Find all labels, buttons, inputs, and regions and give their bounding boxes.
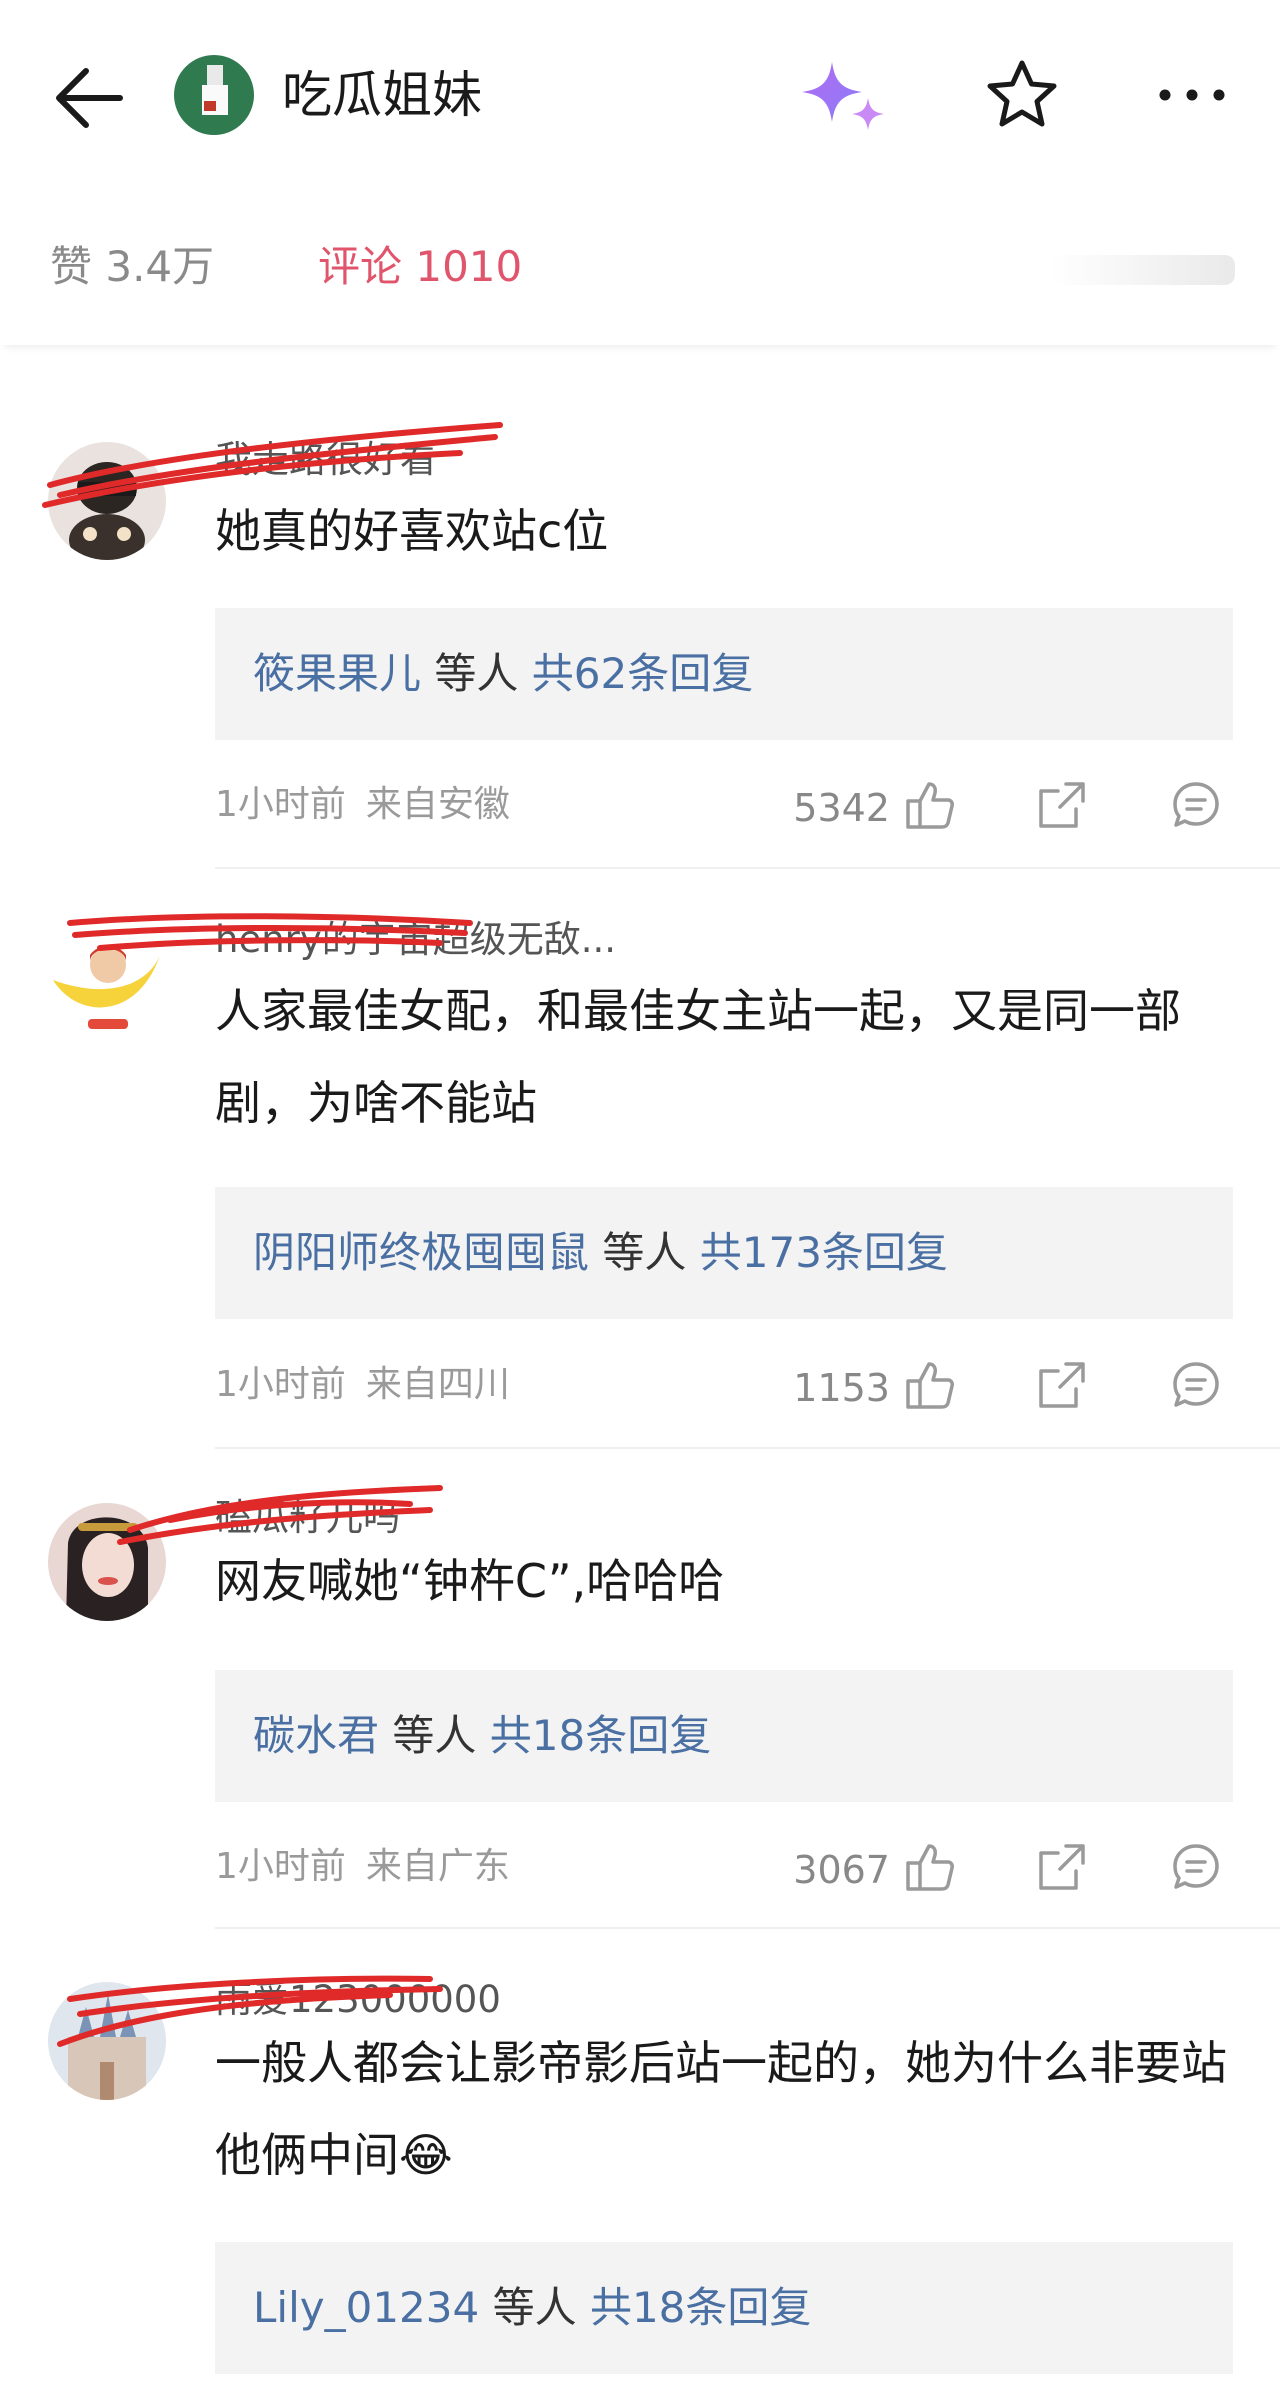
reply-icon[interactable]: [1170, 779, 1222, 831]
divider: [215, 1927, 1280, 1929]
comment-meta: 1小时前 来自四川: [215, 1360, 510, 1410]
reply-user-link[interactable]: Lily_01234: [253, 2283, 479, 2332]
reply-count-link[interactable]: 共18条回复: [490, 1711, 711, 1760]
like-count: 5342: [793, 786, 890, 830]
like-count: 3067: [793, 1848, 890, 1892]
share-icon[interactable]: [1036, 1841, 1088, 1893]
reply-count-link[interactable]: 共18条回复: [590, 2283, 811, 2332]
comment-time: 1小时前: [215, 1364, 346, 1405]
sort-option: [1050, 255, 1235, 285]
avatar[interactable]: [48, 1503, 166, 1621]
comment-meta: 1小时前 来自安徽: [215, 780, 510, 830]
tab-bar: 赞 3.4万 评论 1010: [0, 215, 1280, 345]
reply-icon[interactable]: [1170, 1841, 1222, 1893]
tab-likes[interactable]: 赞 3.4万: [50, 239, 214, 295]
thumbs-up-icon[interactable]: [904, 1841, 956, 1893]
tab-comments[interactable]: 评论 1010: [318, 239, 522, 295]
reply-mid-text: 等人: [602, 1228, 687, 1277]
star-icon[interactable]: [982, 55, 1062, 135]
reply-mid-text: 等人: [392, 1711, 477, 1760]
reply-user-link[interactable]: 碳水君: [253, 1711, 379, 1760]
comment-text: 网友喊她“钟杵C”,哈哈哈: [215, 1554, 725, 1608]
divider: [215, 867, 1280, 869]
thumbs-up-icon[interactable]: [904, 1359, 956, 1411]
comment-time: 1小时前: [215, 1846, 346, 1887]
reply-preview[interactable]: Lily_01234 等人 共18条回复: [215, 2242, 1233, 2374]
channel-avatar[interactable]: [174, 55, 254, 135]
comment-meta: 1小时前 来自广东: [215, 1842, 510, 1892]
reply-count-link[interactable]: 共173条回复: [700, 1228, 948, 1277]
avatar[interactable]: [48, 442, 166, 560]
avatar[interactable]: [48, 1982, 166, 2100]
comment-username[interactable]: henry的宇宙超级无敌...: [215, 915, 616, 965]
reply-preview[interactable]: 筱果果儿 等人 共62条回复: [215, 608, 1233, 740]
thumbs-up-icon[interactable]: [904, 779, 956, 831]
like-count: 1153: [793, 1366, 890, 1410]
channel-title[interactable]: 吃瓜姐妹: [282, 60, 482, 130]
sparkle-icon[interactable]: [800, 58, 890, 138]
reply-preview[interactable]: 碳水君 等人 共18条回复: [215, 1670, 1233, 1802]
reply-mid-text: 等人: [492, 2283, 577, 2332]
reply-count-link[interactable]: 共62条回复: [532, 649, 753, 698]
comment-username[interactable]: 我走路很好看: [215, 435, 437, 485]
reply-user-link[interactable]: 阴阳师终极囤囤鼠: [253, 1228, 589, 1277]
reply-user-link[interactable]: 筱果果儿: [253, 649, 421, 698]
comment-text: 人家最佳女配，和最佳女主站一起，又是同一部剧，为啥不能站: [215, 984, 1181, 1130]
reply-mid-text: 等人: [434, 649, 519, 698]
reply-preview[interactable]: 阴阳师终极囤囤鼠 等人 共173条回复: [215, 1187, 1233, 1319]
share-icon[interactable]: [1036, 1359, 1088, 1411]
comment-location: 来自四川: [365, 1364, 510, 1405]
comment-location: 来自广东: [365, 1846, 510, 1887]
more-icon[interactable]: [1155, 70, 1230, 120]
back-arrow-icon[interactable]: [50, 58, 130, 138]
comment-text: 她真的好喜欢站c位: [215, 504, 609, 558]
comment-location: 来自安徽: [365, 784, 510, 825]
divider: [215, 1447, 1280, 1449]
top-bar: 吃瓜姐妹: [0, 0, 1280, 190]
avatar[interactable]: [48, 925, 166, 1043]
reply-icon[interactable]: [1170, 1359, 1222, 1411]
comment-time: 1小时前: [215, 784, 346, 825]
share-icon[interactable]: [1036, 779, 1088, 831]
comment-text: 一般人都会让影帝影后站一起的，她为什么非要站他俩中间😂: [215, 2036, 1227, 2182]
